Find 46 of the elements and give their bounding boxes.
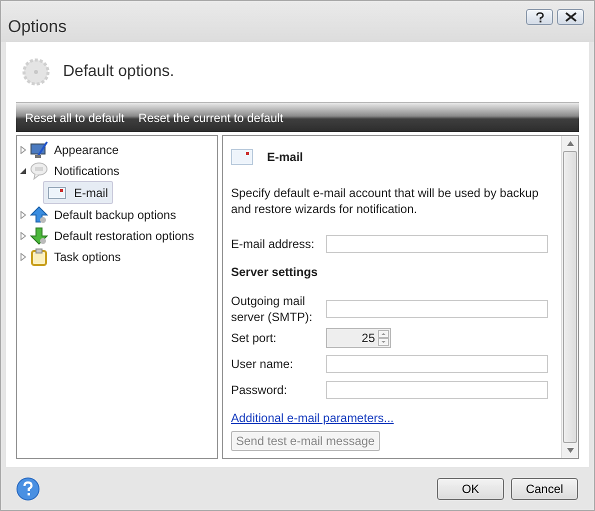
dialog-button[interactable]: OK <box>437 478 504 500</box>
tree-item[interactable]: E-mail <box>43 181 114 204</box>
expander-icon[interactable] <box>20 166 27 174</box>
port-spinner[interactable]: 25 <box>326 328 391 348</box>
clipboard-icon <box>30 248 48 266</box>
toolbar-link[interactable]: Reset all to default <box>25 110 124 124</box>
description-text: Specify default e-mail account that will be used by backup and restore wizards for notification. <box>231 185 540 217</box>
help-button[interactable] <box>526 9 553 25</box>
input-field[interactable] <box>326 300 548 318</box>
header-title: Default options. <box>63 63 174 81</box>
panel-title: E-mail <box>267 150 304 164</box>
up-caret-icon[interactable] <box>378 330 389 338</box>
dialog-button[interactable]: Cancel <box>511 478 578 500</box>
section-heading: Server settings <box>231 265 319 279</box>
monitor-brush-icon <box>30 140 48 158</box>
close-button[interactable] <box>557 9 584 25</box>
help-icon[interactable] <box>16 476 40 500</box>
input-field[interactable] <box>326 235 548 253</box>
scrollbar-thumb[interactable] <box>563 151 577 443</box>
close-icon <box>564 12 576 22</box>
field-label: Password: <box>231 382 288 398</box>
down-caret-icon[interactable] <box>378 338 389 346</box>
input-field[interactable] <box>326 355 548 373</box>
scroll-down-icon[interactable] <box>566 448 574 453</box>
envelope-icon <box>48 186 66 198</box>
gear-icon <box>21 57 51 87</box>
tree-item[interactable]: Default restoration options <box>51 228 198 244</box>
up-arrow-icon <box>30 206 48 224</box>
parameters-link[interactable]: Additional e-mail parameters... <box>231 411 394 425</box>
scrollbar[interactable] <box>561 136 578 458</box>
speech-bubble-icon <box>30 162 48 180</box>
tree-item[interactable]: Default backup options <box>51 206 180 222</box>
scroll-up-icon[interactable] <box>566 141 574 146</box>
down-arrow-icon <box>30 226 48 244</box>
field-label: Outgoing mail server (SMTP): <box>231 293 314 325</box>
tree-item[interactable]: Notifications <box>51 162 122 178</box>
toolbar-link[interactable]: Reset the current to default <box>138 110 284 124</box>
window-title: Options <box>8 17 67 37</box>
tree-item[interactable]: Task options <box>51 248 124 264</box>
field-label: User name: <box>231 356 294 372</box>
input-field[interactable] <box>326 381 548 399</box>
question-mark-icon <box>534 12 544 22</box>
tree-item[interactable]: Appearance <box>51 142 122 158</box>
field-label: Set port: <box>231 330 278 346</box>
envelope-icon <box>231 149 253 165</box>
field-label: E-mail address: <box>231 236 316 252</box>
